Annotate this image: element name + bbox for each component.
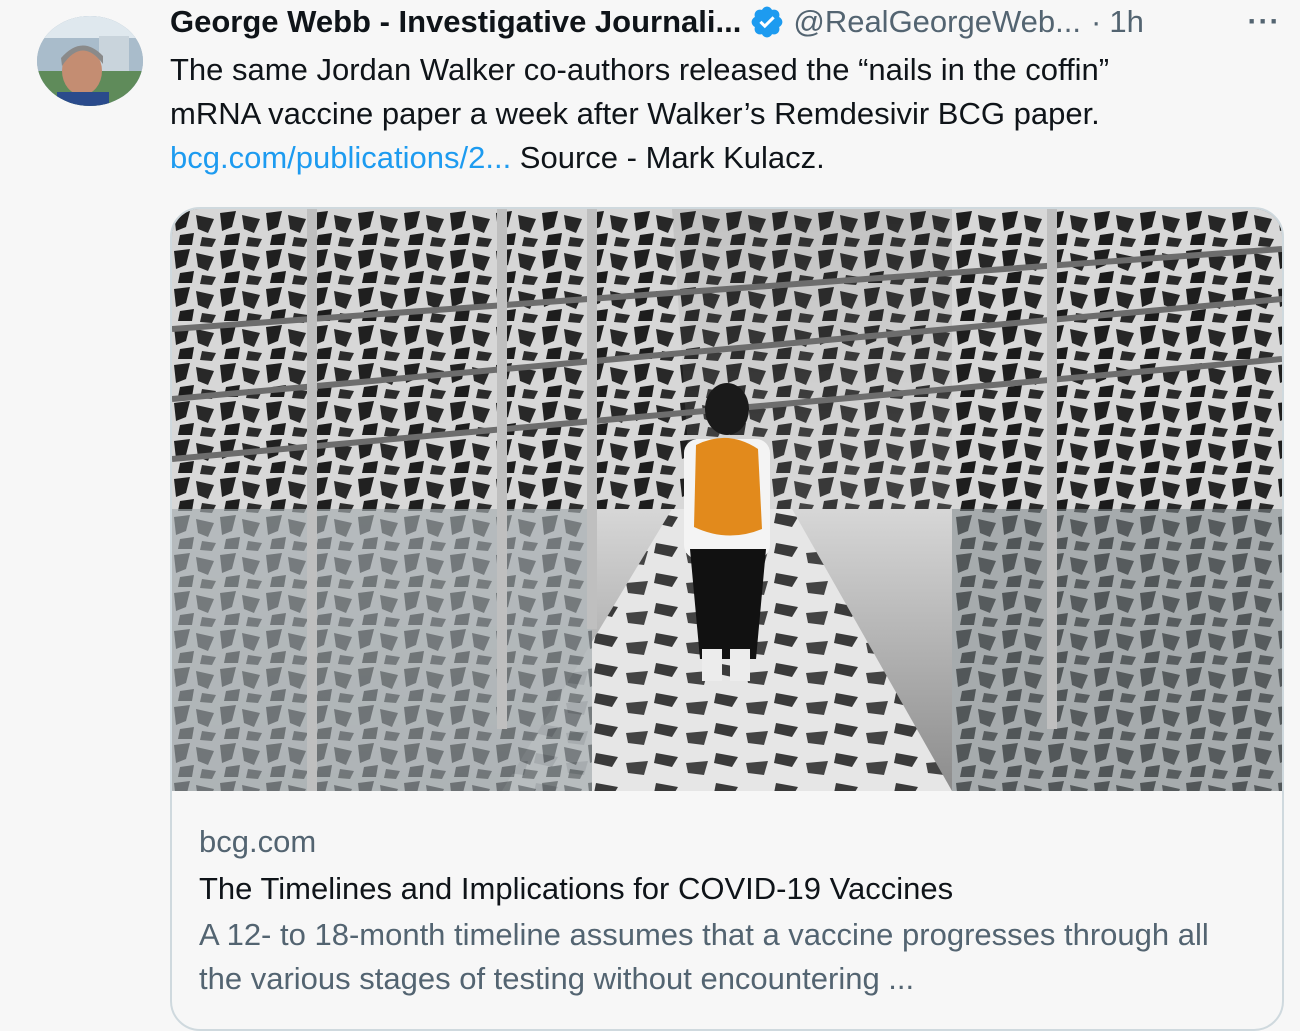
link-preview-card[interactable]: bcg.com The Timelines and Implications f…: [170, 207, 1284, 1031]
tweet-text-line-2: mRNA vaccine paper a week after Walker’s…: [170, 96, 1100, 131]
separator-dot: ·: [1091, 4, 1102, 39]
tweet-text-line-3: bcg.com/publications/2... Source - Mark …: [170, 136, 1270, 180]
avatar[interactable]: [37, 16, 143, 106]
card-image[interactable]: [172, 209, 1282, 791]
author-handle[interactable]: @RealGeorgeWeb...: [793, 4, 1081, 40]
tweet-text-line-1: The same Jordan Walker co-authors releas…: [170, 52, 1110, 87]
verified-badge-icon: [751, 6, 783, 38]
card-description: A 12- to 18-month timeline assumes that …: [199, 917, 1209, 996]
author-name[interactable]: George Webb - Investigative Journali...: [170, 4, 741, 40]
tweet-timestamp[interactable]: 1h: [1109, 4, 1143, 40]
more-options-icon[interactable]: ···: [1244, 2, 1284, 42]
card-title[interactable]: The Timelines and Implications for COVID…: [199, 865, 1259, 913]
card-meta: bcg.com The Timelines and Implications f…: [199, 819, 1259, 1001]
tweet-text: The same Jordan Walker co-authors releas…: [170, 48, 1270, 180]
tweet-link[interactable]: bcg.com/publications/2...: [170, 140, 511, 175]
tweet-header: George Webb - Investigative Journali... …: [170, 2, 1300, 42]
tweet-source-text: Source - Mark Kulacz.: [511, 140, 825, 175]
card-domain: bcg.com: [199, 824, 317, 859]
